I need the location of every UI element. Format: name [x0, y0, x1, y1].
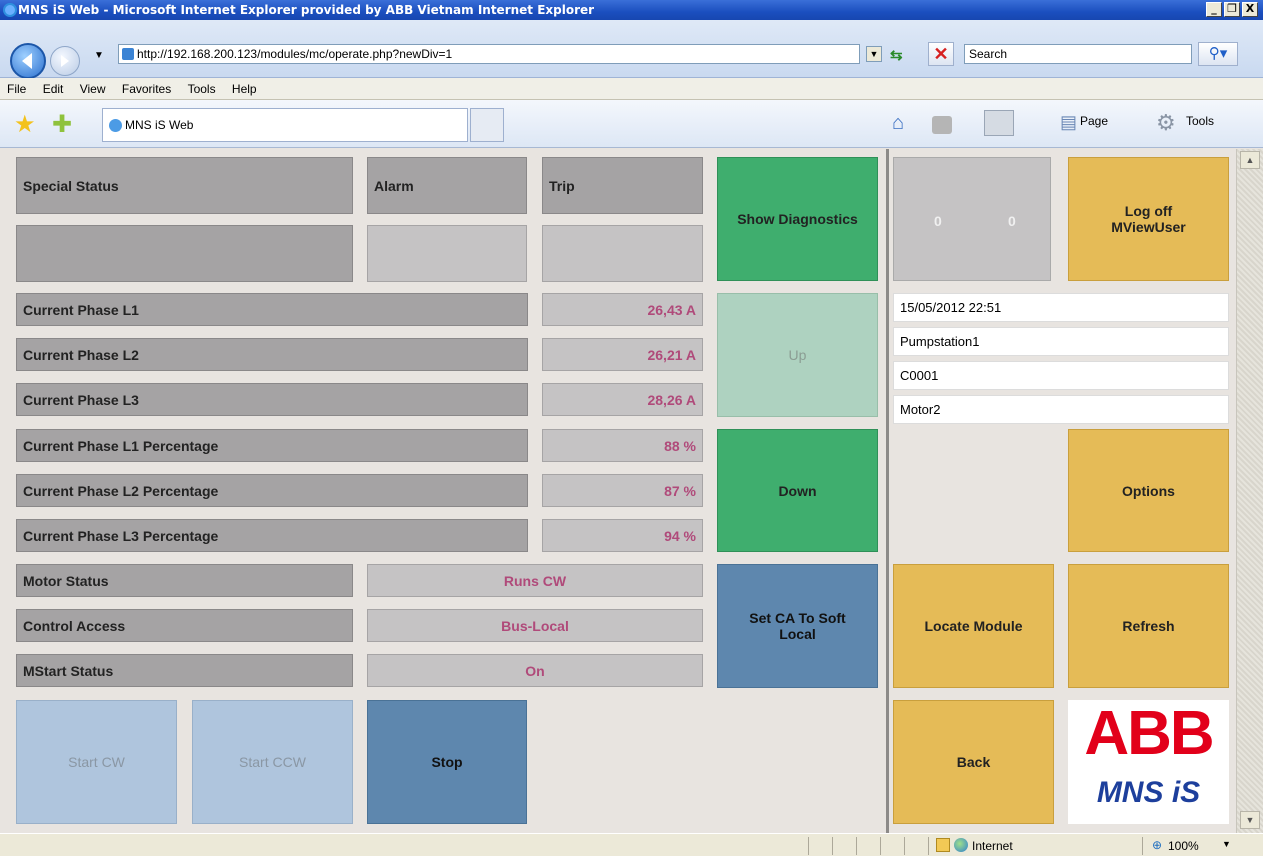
current-l3-value: 28,26 A: [542, 383, 703, 416]
log-off-button[interactable]: Log off MViewUser: [1068, 157, 1229, 281]
favorites-bar: ★ ✚ MNS iS Web ⌂ ▤ Page ⚙ Tools: [0, 100, 1263, 148]
tools-menu[interactable]: Tools: [1186, 114, 1214, 128]
zoom-level[interactable]: 100%: [1168, 839, 1199, 853]
refresh-button[interactable]: Refresh: [1068, 564, 1229, 688]
motor-status-value: Runs CW: [367, 564, 703, 597]
back-nav-icon[interactable]: [10, 43, 46, 79]
control-access-value: Bus-Local: [367, 609, 703, 642]
ie-tab-icon: [109, 119, 122, 132]
special-status-label: Special Status: [16, 157, 353, 214]
current-l2-value: 26,21 A: [542, 338, 703, 371]
current-l3-pct-label: Current Phase L3 Percentage: [16, 519, 528, 552]
protected-mode-icon: [936, 838, 950, 852]
start-cw-button[interactable]: Start CW: [16, 700, 177, 824]
address-dropdown-icon[interactable]: ▼: [866, 46, 882, 62]
counter-box: 0 0: [893, 157, 1051, 281]
current-l1-value: 26,43 A: [542, 293, 703, 326]
status-bar: Internet ⊕ 100% ▼: [0, 833, 1263, 856]
start-ccw-button[interactable]: Start CCW: [192, 700, 353, 824]
current-l1-pct-label: Current Phase L1 Percentage: [16, 429, 528, 462]
tools-gear-icon[interactable]: ⚙: [1156, 110, 1176, 136]
stop-icon[interactable]: ✕: [928, 42, 954, 66]
close-button[interactable]: X: [1242, 2, 1258, 17]
print-icon[interactable]: [984, 110, 1014, 136]
page-menu[interactable]: Page: [1080, 114, 1108, 128]
history-dropdown-icon[interactable]: ▼: [94, 50, 104, 61]
forward-nav-icon[interactable]: [50, 46, 80, 76]
current-l1-label: Current Phase L1: [16, 293, 528, 326]
favorites-star-icon[interactable]: ★: [14, 110, 36, 139]
maximize-button[interactable]: ❐: [1224, 2, 1240, 17]
special-status-value: [16, 225, 353, 282]
alarm-label: Alarm: [367, 157, 527, 214]
ie-icon: [3, 3, 17, 17]
zoom-dropdown-icon[interactable]: ▼: [1222, 839, 1231, 849]
current-l3-label: Current Phase L3: [16, 383, 528, 416]
page-menu-icon[interactable]: ▤: [1060, 112, 1077, 133]
home-icon[interactable]: ⌂: [892, 112, 904, 135]
control-access-label: Control Access: [16, 609, 353, 642]
counter-left: 0: [934, 213, 942, 229]
trip-label: Trip: [542, 157, 703, 214]
options-button[interactable]: Options: [1068, 429, 1229, 552]
mstart-status-value: On: [367, 654, 703, 687]
search-icon[interactable]: ⚲▾: [1198, 42, 1238, 66]
zoom-icon[interactable]: ⊕: [1152, 838, 1162, 852]
abb-mns-logo: ABB MNS iS: [1068, 700, 1229, 824]
current-l2-label: Current Phase L2: [16, 338, 528, 371]
trip-value: [542, 225, 703, 282]
current-l2-pct-label: Current Phase L2 Percentage: [16, 474, 528, 507]
current-l2-pct-value: 87 %: [542, 474, 703, 507]
scroll-up-icon[interactable]: ▲: [1240, 151, 1260, 169]
alarm-value: [367, 225, 527, 282]
code-field: C0001: [893, 361, 1229, 390]
window-title-bar: MNS iS Web - Microsoft Internet Explorer…: [0, 0, 1263, 20]
locate-module-button[interactable]: Locate Module: [893, 564, 1054, 688]
device-field: Motor2: [893, 395, 1229, 424]
menu-file[interactable]: File: [7, 82, 26, 96]
operate-panel: Special Status Alarm Trip Current Phase …: [0, 149, 886, 833]
stop-button[interactable]: Stop: [367, 700, 527, 824]
up-button[interactable]: Up: [717, 293, 878, 417]
zone-label: Internet: [972, 839, 1013, 853]
feeds-icon[interactable]: [932, 116, 952, 134]
window-title: MNS iS Web - Microsoft Internet Explorer…: [18, 3, 595, 17]
scroll-down-icon[interactable]: ▼: [1240, 811, 1260, 829]
tab-label: MNS iS Web: [125, 118, 194, 132]
side-panel: 0 0 Log off MViewUser 15/05/2012 22:51 P…: [886, 149, 1236, 833]
mstart-status-label: MStart Status: [16, 654, 353, 687]
back-button[interactable]: Back: [893, 700, 1054, 824]
vertical-scrollbar[interactable]: ▲ ▼: [1236, 149, 1263, 833]
menu-tools[interactable]: Tools: [188, 82, 216, 96]
refresh-icon[interactable]: ⇆: [890, 46, 903, 64]
counter-right: 0: [1008, 213, 1016, 229]
internet-zone-icon: [954, 838, 968, 852]
menu-favorites[interactable]: Favorites: [122, 82, 171, 96]
down-button[interactable]: Down: [717, 429, 878, 552]
minimize-button[interactable]: _: [1206, 2, 1222, 17]
motor-status-label: Motor Status: [16, 564, 353, 597]
address-toolbar: ▼ http://192.168.200.123/modules/mc/oper…: [0, 20, 1263, 79]
set-ca-soft-local-button[interactable]: Set CA To Soft Local: [717, 564, 878, 688]
show-diagnostics-button[interactable]: Show Diagnostics: [717, 157, 878, 281]
address-input[interactable]: http://192.168.200.123/modules/mc/operat…: [118, 44, 860, 64]
new-tab-button[interactable]: [470, 108, 504, 142]
menu-bar: File Edit View Favorites Tools Help: [0, 78, 1263, 100]
tab-mns-is-web[interactable]: MNS iS Web: [102, 108, 468, 142]
address-url: http://192.168.200.123/modules/mc/operat…: [137, 47, 453, 61]
datetime-field: 15/05/2012 22:51: [893, 293, 1229, 322]
search-input[interactable]: Search: [964, 44, 1192, 64]
mns-is-logo-text: MNS iS: [1096, 776, 1201, 809]
menu-help[interactable]: Help: [232, 82, 257, 96]
abb-logo-text: ABB: [1084, 699, 1214, 768]
page-icon: [122, 48, 134, 60]
menu-view[interactable]: View: [80, 82, 106, 96]
current-l1-pct-value: 88 %: [542, 429, 703, 462]
current-l3-pct-value: 94 %: [542, 519, 703, 552]
station-field: Pumpstation1: [893, 327, 1229, 356]
menu-edit[interactable]: Edit: [43, 82, 64, 96]
add-favorite-icon[interactable]: ✚: [52, 110, 72, 139]
